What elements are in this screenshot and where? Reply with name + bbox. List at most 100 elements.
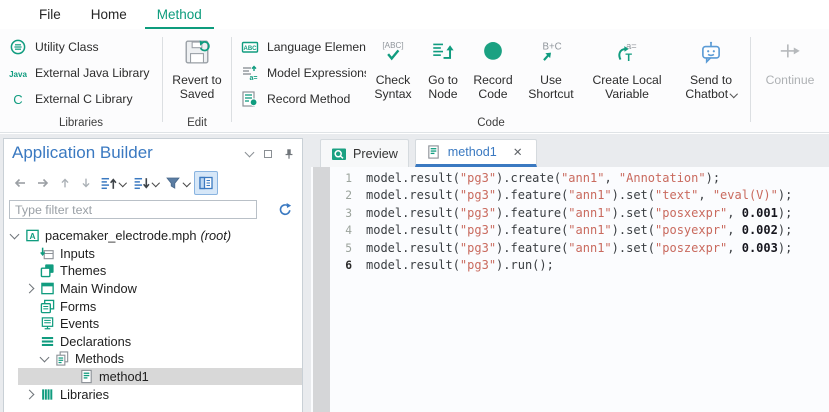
string-literal: "ann1": [568, 241, 611, 255]
code-line[interactable]: 2model.result("pg3").feature("ann1").set…: [330, 187, 829, 204]
line-number: 1: [330, 170, 352, 187]
panel-header: Application Builder: [4, 139, 302, 169]
external-java-library-label: External Java Library: [35, 66, 149, 80]
libraries-icon: [40, 387, 55, 402]
panel-maximize-button[interactable]: [264, 150, 272, 158]
tree-item-label: Libraries: [60, 387, 109, 402]
editor-tools-icon: [198, 175, 214, 191]
tree-expander-icon[interactable]: [40, 353, 50, 363]
code-line[interactable]: 3 model.result("pg3").feature("ann1").set…: [330, 205, 829, 222]
create-local-variable-icon: a=T: [614, 35, 640, 69]
code-line[interactable]: 6model.result("pg3").run();: [330, 257, 829, 274]
close-tab-icon[interactable]: ✕: [513, 145, 523, 159]
menu-tab-home[interactable]: Home: [76, 0, 142, 29]
editor-gutter: [313, 167, 330, 412]
code-line[interactable]: 5model.result("pg3").feature("ann1").set…: [330, 240, 829, 257]
svg-text:a=: a=: [250, 75, 258, 82]
tree-expander-icon[interactable]: [25, 284, 35, 294]
line-number: 3: [330, 205, 352, 222]
string-literal: "pg3": [460, 171, 496, 185]
application-builder-panel: Application Builder: [3, 138, 303, 412]
string-literal: "posyexpr": [655, 223, 727, 237]
send-to-chatbot-text: Send to Chatbot: [685, 73, 732, 101]
svg-text:T: T: [625, 52, 632, 64]
tree-item-events[interactable]: Events: [4, 315, 302, 333]
external-java-library-button[interactable]: Java External Java Library: [0, 60, 162, 86]
code-token: ).feature(: [496, 241, 568, 255]
comsol-method-editor-window: File Home Method Utility Class Java Exte…: [0, 0, 829, 412]
method-file-icon: [426, 144, 442, 160]
move-down-button[interactable]: [76, 172, 96, 194]
record-method-label: Record Method: [267, 92, 350, 106]
filter-button[interactable]: [162, 172, 193, 194]
code-token: model.result(: [366, 171, 460, 185]
chevron-down-icon: [119, 179, 127, 187]
continue-label: Continue: [766, 73, 815, 87]
tree-expander-icon[interactable]: [10, 230, 20, 240]
string-literal: "eval(V)": [713, 188, 778, 202]
chevron-down-icon: [151, 179, 159, 187]
tree-expander-icon[interactable]: [25, 389, 35, 399]
menu-tab-file[interactable]: File: [24, 0, 76, 29]
record-method-button[interactable]: Record Method: [232, 86, 366, 112]
tree-item-inputs[interactable]: Inputs: [4, 245, 302, 263]
tree-item-label: Methods: [75, 351, 124, 366]
tree-item-label: Main Window: [60, 281, 137, 296]
external-c-library-button[interactable]: C External C Library: [0, 86, 162, 112]
sort-descending-button[interactable]: [130, 172, 162, 194]
revert-to-saved-button[interactable]: Revert to Saved: [163, 29, 231, 101]
app-root-icon: A: [25, 228, 40, 243]
tab-method1-label: method1: [448, 145, 497, 159]
check-syntax-label: Check Syntax: [366, 73, 420, 101]
create-local-variable-label: Create Local Variable: [582, 73, 672, 101]
main-area: Application Builder: [0, 134, 829, 412]
tree-item-forms[interactable]: Forms: [4, 297, 302, 315]
code-token: );: [778, 188, 792, 202]
sort-ascending-button[interactable]: [97, 172, 129, 194]
panel-toolbar: [4, 169, 302, 197]
language-elements-button[interactable]: ABC Language Elements: [232, 34, 366, 60]
arrow-right-icon: [35, 175, 51, 191]
code-line[interactable]: 4model.result("pg3").feature("ann1").set…: [330, 222, 829, 239]
tree-item-declarations[interactable]: Declarations: [4, 333, 302, 351]
group-label-edit: Edit: [163, 117, 231, 129]
tab-preview[interactable]: Preview: [320, 139, 409, 167]
code-text: model.result("pg3").feature("ann1").set(…: [366, 205, 792, 222]
chevron-down-icon: [730, 89, 738, 97]
utility-class-button[interactable]: Utility Class: [0, 34, 162, 60]
refresh-button[interactable]: [278, 202, 293, 222]
move-up-button[interactable]: [55, 172, 75, 194]
panel-pin-button[interactable]: [283, 148, 295, 160]
tree-item-main-window[interactable]: Main Window: [4, 280, 302, 298]
menu-tab-method[interactable]: Method: [142, 0, 217, 29]
list-move-up-icon: [100, 175, 117, 192]
nav-back-button[interactable]: [9, 172, 31, 194]
filter-input[interactable]: [9, 200, 257, 219]
tab-method1[interactable]: method1 ✕: [415, 139, 538, 167]
panel-menu-button[interactable]: [246, 152, 253, 156]
tree-item-themes[interactable]: Themes: [4, 262, 302, 280]
tab-preview-label: Preview: [353, 147, 398, 161]
java-icon: Java: [8, 64, 28, 82]
model-expressions-label: Model Expressions: [267, 66, 366, 80]
string-literal: "text": [655, 188, 698, 202]
events-icon: [40, 316, 55, 331]
tree-item-libraries[interactable]: Libraries: [4, 385, 302, 403]
code-editor[interactable]: 1model.result("pg3").create("ann1", "Ann…: [311, 167, 829, 412]
tree-item-methods[interactable]: Methods: [4, 350, 302, 368]
toggle-editor-tools-button[interactable]: [194, 171, 218, 195]
code-token: model.result(: [366, 206, 460, 220]
go-to-node-icon: [430, 35, 456, 69]
record-method-icon: [240, 90, 260, 108]
tree-item-pacemaker-electrode-mph[interactable]: Apacemaker_electrode.mph(root): [4, 227, 302, 245]
code-token: ,: [727, 241, 741, 255]
forms-icon: [40, 299, 55, 314]
use-shortcut-icon: B+C: [538, 35, 564, 69]
nav-forward-button[interactable]: [32, 172, 54, 194]
tree-item-method1[interactable]: method1: [4, 368, 302, 386]
language-elements-icon: ABC: [240, 38, 260, 56]
send-to-chatbot-label: Send to Chatbot: [672, 73, 750, 101]
model-expressions-button[interactable]: a= Model Expressions: [232, 60, 366, 86]
code-line[interactable]: 1model.result("pg3").create("ann1", "Ann…: [330, 170, 829, 187]
number-literal: 0.002: [742, 223, 778, 237]
